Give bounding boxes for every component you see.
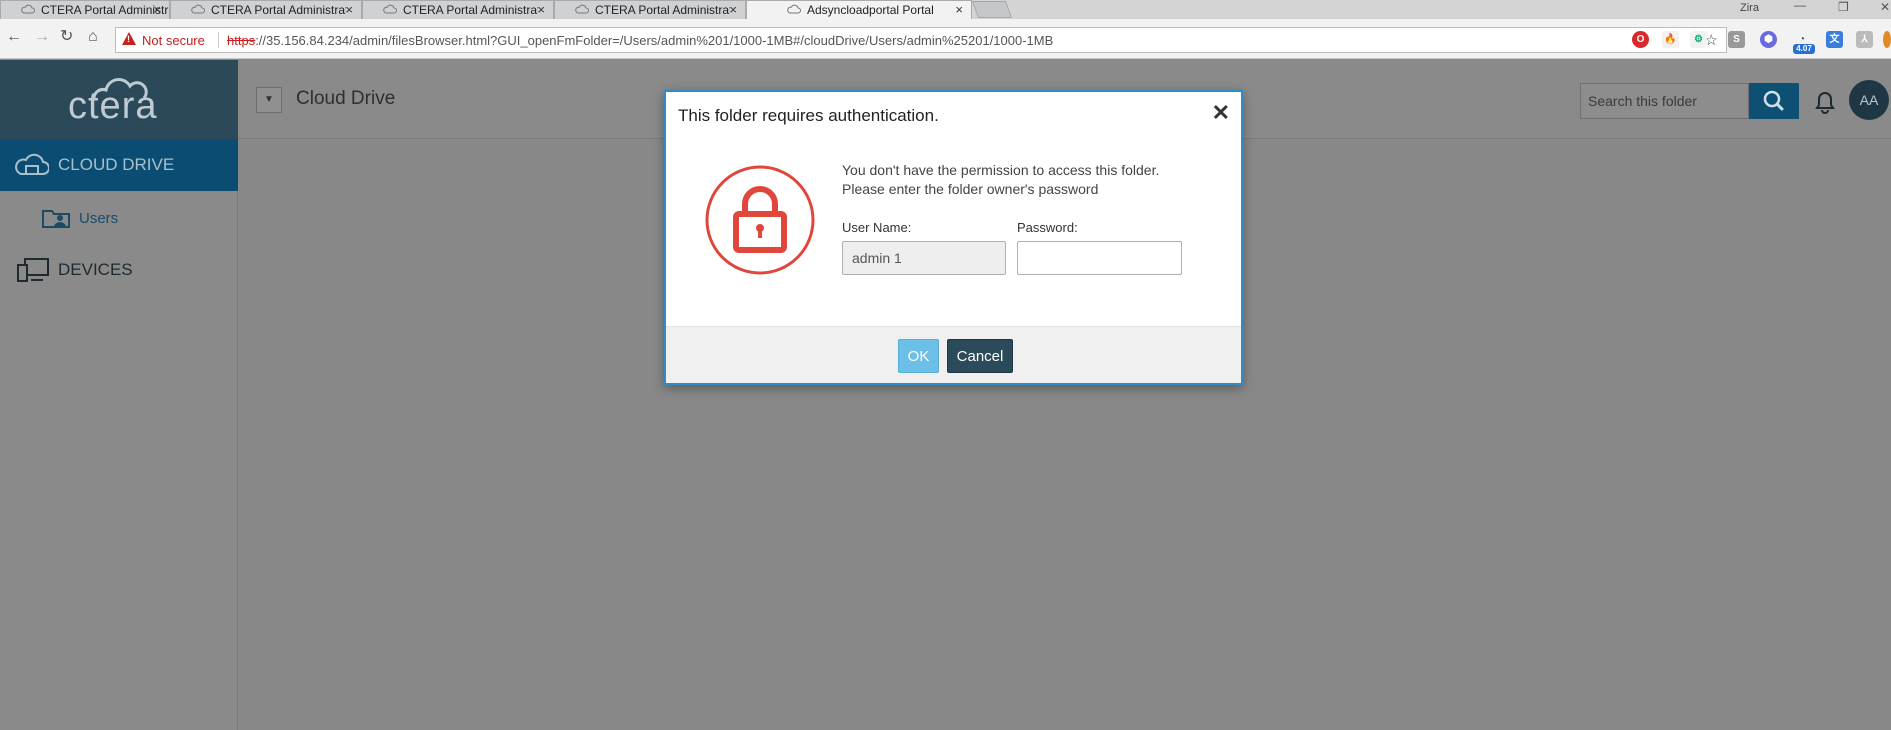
browser-tab-active[interactable]: Adsyncloadportal Portal × (746, 0, 972, 19)
url-rest: ://35.156.84.234/admin/filesBrowser.html… (255, 33, 1054, 48)
password-label: Password: (1017, 220, 1078, 235)
url-scheme: https (227, 33, 256, 48)
dialog-message: Please enter the folder owner's password (842, 181, 1099, 197)
shield-extension-icon[interactable]: ⬢ (1760, 31, 1777, 48)
reload-icon[interactable]: ↻ (60, 29, 73, 45)
s-extension-icon[interactable]: S (1728, 31, 1745, 48)
browser-tab-strip: CTERA Portal Administrat × CTERA Portal … (0, 0, 1891, 19)
tab-title: CTERA Portal Administrat (41, 3, 170, 17)
username-label: User Name: (842, 220, 912, 235)
home-icon[interactable]: ⌂ (88, 29, 98, 45)
browser-tab[interactable]: CTERA Portal Administrat × (0, 0, 170, 19)
close-tab-icon[interactable]: × (345, 2, 353, 17)
cloud-icon (575, 4, 589, 14)
pdf-extension-icon[interactable]: ⅄ (1856, 31, 1873, 48)
logo-text: ctera (68, 85, 158, 127)
cloud-icon (787, 4, 801, 14)
chevron-down-icon[interactable]: ▼ (256, 87, 282, 113)
browser-tab[interactable]: CTERA Portal Administrat × (554, 0, 746, 19)
lock-icon (705, 165, 815, 275)
tab-title: CTERA Portal Administrat (403, 3, 538, 17)
ok-button[interactable]: OK (898, 339, 939, 373)
browser-tab[interactable]: CTERA Portal Administrat × (170, 0, 362, 19)
cloud-drive-icon (15, 153, 49, 175)
password-field[interactable] (1017, 241, 1182, 275)
restore-icon[interactable]: ❐ (1838, 0, 1849, 14)
sidebar-item-cloud-drive[interactable]: CLOUD DRIVE (0, 139, 238, 191)
bell-icon[interactable] (1814, 90, 1836, 114)
cloud-icon (191, 4, 205, 14)
page-title: Cloud Drive (296, 88, 396, 109)
username-field[interactable] (842, 241, 1006, 275)
puzzle-extension-icon[interactable]: ⚙ (1690, 31, 1707, 48)
security-label[interactable]: Not secure (142, 33, 205, 48)
translate-extension-icon[interactable]: 文 (1826, 31, 1843, 48)
minimize-icon[interactable]: — (1794, 0, 1806, 12)
tab-title: Adsyncloadportal Portal (807, 3, 934, 17)
cancel-button[interactable]: Cancel (947, 339, 1013, 373)
close-tab-icon[interactable]: × (153, 2, 161, 17)
profile-name[interactable]: Zira (1740, 2, 1759, 14)
devices-icon (17, 258, 49, 282)
sidebar-item-label: DEVICES (58, 260, 133, 279)
tab-title: CTERA Portal Administrat (595, 3, 730, 17)
cloud-icon (383, 4, 397, 14)
url-text[interactable]: https://35.156.84.234/admin/filesBrowser… (227, 33, 1053, 48)
close-tab-icon[interactable]: × (955, 2, 963, 17)
sidebar-item-label: CLOUD DRIVE (58, 155, 175, 174)
sidebar-item-label: Users (79, 210, 119, 227)
users-folder-icon (42, 210, 70, 228)
dialog-message: You don't have the permission to access … (842, 162, 1160, 178)
forward-icon[interactable]: → (34, 29, 50, 45)
tab-title: CTERA Portal Administrat (211, 3, 346, 17)
orange-extension-icon[interactable] (1883, 31, 1891, 48)
close-tab-icon[interactable]: × (729, 2, 737, 17)
sidebar: CLOUD DRIVE Users DEVICES (0, 139, 238, 730)
ctera-logo[interactable]: ctera (0, 60, 238, 139)
search-button[interactable] (1749, 83, 1799, 119)
dialog-title: This folder requires authentication. (678, 106, 939, 125)
new-tab-button[interactable] (971, 1, 1013, 18)
address-bar[interactable]: ! Not secure https://35.156.84.234/admin… (115, 27, 1727, 53)
search-icon (1763, 90, 1784, 111)
close-icon[interactable]: ✕ (1212, 102, 1230, 124)
sidebar-item-users[interactable]: Users (0, 206, 238, 232)
flame-extension-icon[interactable]: 🔥 (1662, 31, 1679, 48)
extension-badge: 4.07 (1793, 44, 1815, 54)
browser-toolbar: ← → ↻ ⌂ ! Not secure https://35.156.84.2… (0, 19, 1891, 59)
search-input[interactable]: Search this folder (1580, 83, 1749, 119)
app-window: CTERA Portal Administrat × CTERA Portal … (0, 0, 1891, 730)
avatar[interactable]: AA (1849, 80, 1889, 120)
opera-extension-icon[interactable]: O (1632, 31, 1649, 48)
browser-tab[interactable]: CTERA Portal Administrat × (362, 0, 554, 19)
cloud-icon (21, 4, 35, 14)
authentication-dialog: This folder requires authentication. ✕ Y… (664, 90, 1243, 385)
close-window-icon[interactable]: ✕ (1880, 0, 1890, 14)
dialog-footer: OK Cancel (666, 326, 1241, 383)
back-icon[interactable]: ← (6, 29, 22, 45)
close-tab-icon[interactable]: × (537, 2, 545, 17)
sidebar-item-devices[interactable]: DEVICES (0, 253, 238, 287)
